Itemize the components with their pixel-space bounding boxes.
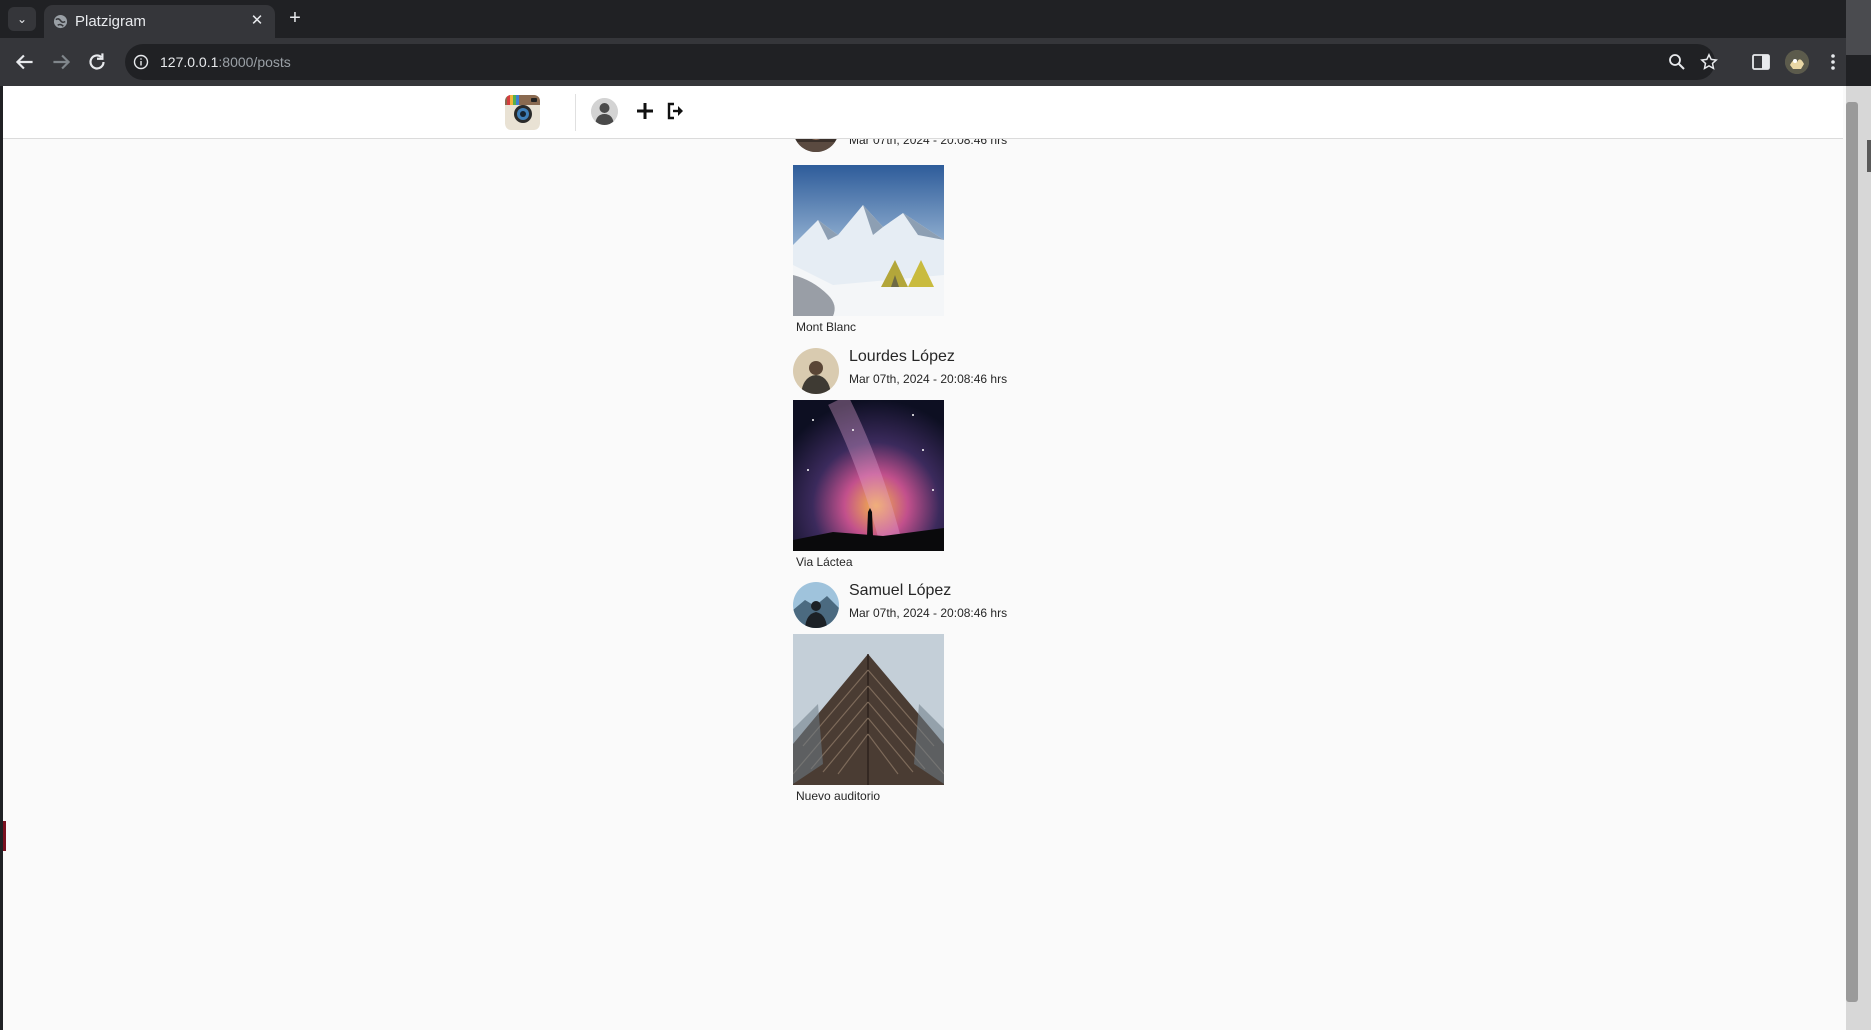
page-viewport: Mar 07th, 2024 - 20:08:46 hrs Mont Blanc… bbox=[0, 86, 1846, 1030]
close-tab-icon[interactable]: ✕ bbox=[247, 11, 267, 31]
reload-icon[interactable] bbox=[84, 49, 110, 75]
address-bar[interactable]: 127.0.0.1:8000/posts bbox=[125, 44, 1718, 80]
forward-arrow-icon[interactable] bbox=[48, 49, 74, 75]
back-arrow-icon[interactable] bbox=[12, 49, 38, 75]
tab-title: Platzigram bbox=[75, 13, 146, 30]
post-caption: Mont Blanc bbox=[796, 320, 857, 334]
browser-tab[interactable]: Platzigram ✕ bbox=[44, 5, 275, 38]
post-date: Mar 07th, 2024 - 20:08:46 hrs bbox=[849, 372, 1008, 386]
url-host: 127.0.0.1 bbox=[160, 54, 219, 70]
browser-tabstrip: ⌄ Platzigram ✕ + bbox=[0, 0, 1871, 38]
post-card: Mar 07th, 2024 - 20:08:46 hrs Mont Blanc bbox=[791, 106, 1111, 350]
profile-avatar-icon[interactable] bbox=[591, 98, 618, 125]
post-author[interactable]: Lourdes López bbox=[849, 348, 955, 366]
post-author[interactable]: Samuel López bbox=[849, 582, 951, 600]
site-info-icon[interactable] bbox=[133, 54, 149, 70]
sign-out-icon[interactable] bbox=[665, 100, 687, 122]
author-avatar[interactable] bbox=[793, 582, 839, 628]
post-caption: Nuevo auditorio bbox=[796, 789, 881, 803]
instagram-camera-logo-icon[interactable] bbox=[505, 95, 540, 130]
browser-toolbar: 127.0.0.1:8000/posts bbox=[0, 38, 1846, 86]
post-card: Lourdes López Mar 07th, 2024 - 20:08:46 … bbox=[791, 348, 1111, 583]
zoom-icon[interactable] bbox=[1668, 53, 1686, 71]
post-photo[interactable] bbox=[793, 400, 944, 551]
bookmark-star-icon[interactable] bbox=[1700, 53, 1718, 71]
author-avatar[interactable] bbox=[793, 348, 839, 394]
navbar-divider bbox=[575, 94, 576, 131]
post-photo[interactable] bbox=[793, 165, 944, 316]
post-date: Mar 07th, 2024 - 20:08:46 hrs bbox=[849, 606, 1008, 620]
tab-search-chevron-icon[interactable]: ⌄ bbox=[8, 7, 36, 31]
scrollbar-marker bbox=[1867, 140, 1871, 172]
post-card: Samuel López Mar 07th, 2024 - 20:08:46 h… bbox=[791, 582, 1111, 817]
app-navbar bbox=[3, 86, 1843, 139]
kebab-menu-icon[interactable] bbox=[1822, 51, 1844, 73]
new-tab-plus-icon[interactable]: + bbox=[284, 7, 306, 29]
url-text: 127.0.0.1:8000/posts bbox=[160, 54, 291, 70]
plus-icon[interactable] bbox=[632, 98, 658, 124]
post-caption: Via Láctea bbox=[796, 555, 853, 569]
scrollbar-thumb[interactable] bbox=[1846, 102, 1858, 1002]
post-photo[interactable] bbox=[793, 634, 944, 785]
profile-avatar-icon[interactable] bbox=[1785, 50, 1809, 74]
globe-icon bbox=[53, 14, 68, 29]
edge-marker bbox=[3, 821, 6, 851]
window-edge bbox=[1846, 0, 1871, 55]
url-path: :8000/posts bbox=[218, 54, 291, 70]
side-panel-icon[interactable] bbox=[1750, 51, 1772, 73]
